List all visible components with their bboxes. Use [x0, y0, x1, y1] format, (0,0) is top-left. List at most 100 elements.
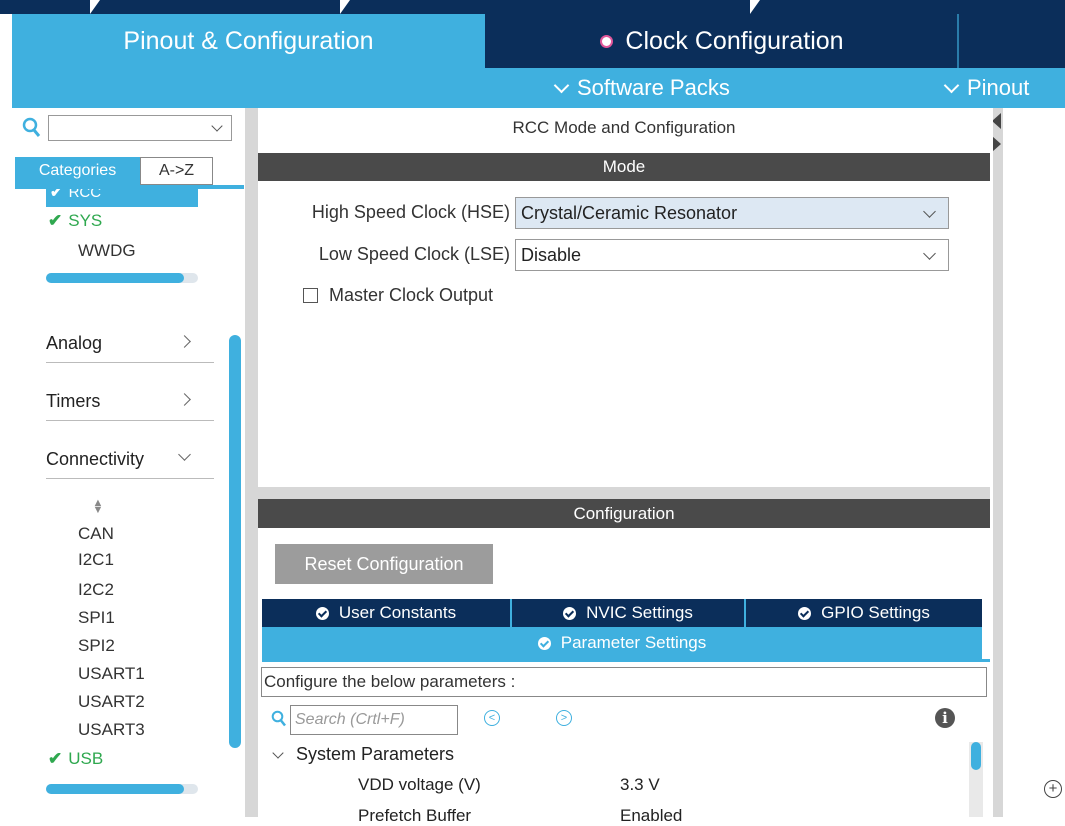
- list-item-label: USART2: [78, 692, 145, 711]
- chevron-down-icon: [178, 448, 191, 461]
- horizontal-scrollbar[interactable]: [46, 784, 198, 794]
- scrollbar-thumb[interactable]: [46, 273, 184, 283]
- tab-label: NVIC Settings: [586, 603, 693, 622]
- chevron-down-icon: [211, 120, 223, 132]
- param-value-vdd[interactable]: 3.3 V: [620, 775, 660, 795]
- tab-underline: [262, 659, 990, 662]
- check-icon: ✔: [48, 749, 63, 768]
- parameter-description-text: Configure the below parameters :: [264, 672, 516, 691]
- chevron-down-icon: [923, 247, 936, 260]
- check-icon: ✔: [50, 189, 63, 201]
- info-icon[interactable]: i: [935, 708, 955, 728]
- check-circle-icon: [563, 606, 577, 620]
- pinout-view-panel: [1003, 108, 1065, 817]
- panel-title: RCC Mode and Configuration: [512, 118, 736, 137]
- scrollbar-thumb[interactable]: [46, 784, 184, 794]
- chevron-right-icon: [178, 393, 191, 406]
- software-packs-menu[interactable]: Software Packs: [552, 68, 730, 108]
- tab-nvic-settings[interactable]: NVIC Settings: [512, 599, 746, 627]
- list-item-spi1[interactable]: SPI1: [78, 608, 115, 628]
- category-search-combobox[interactable]: [48, 115, 232, 141]
- hse-label: High Speed Clock (HSE): [311, 202, 510, 222]
- list-item-usart3[interactable]: USART3: [78, 720, 145, 740]
- tab-parameter-settings[interactable]: Parameter Settings: [262, 627, 982, 659]
- previous-match-icon[interactable]: <: [484, 710, 500, 726]
- check-circle-icon: [315, 606, 329, 620]
- list-item-usart1[interactable]: USART1: [78, 664, 145, 684]
- tab-label: GPIO Settings: [821, 603, 930, 622]
- check-circle-icon: [537, 636, 551, 650]
- category-label: Analog: [46, 332, 103, 353]
- list-item-i2c2[interactable]: I2C2: [78, 580, 114, 600]
- secondary-menu-bar: [12, 68, 1065, 108]
- breadcrumb-arrow-icon: [90, 0, 100, 14]
- param-value-prefetch[interactable]: Enabled: [620, 806, 682, 826]
- collapse-left-icon[interactable]: [992, 113, 1001, 129]
- lse-select[interactable]: Disable: [515, 239, 949, 271]
- category-connectivity[interactable]: Connectivity: [46, 440, 214, 479]
- list-item-label: USART3: [78, 720, 145, 739]
- list-item-spi2[interactable]: SPI2: [78, 636, 115, 656]
- parameter-search-placeholder: Search (Crtl+F): [295, 711, 405, 728]
- list-item-usb[interactable]: ✔ USB: [48, 749, 103, 769]
- lse-select-value: Disable: [521, 244, 582, 265]
- tab-gpio-settings[interactable]: GPIO Settings: [746, 599, 982, 627]
- sort-icon[interactable]: ▲ ▼: [92, 498, 104, 516]
- tab-user-constants[interactable]: User Constants: [262, 599, 512, 627]
- chevron-down-icon: [943, 77, 960, 93]
- category-label: Connectivity: [46, 448, 145, 469]
- section-splitter[interactable]: [258, 487, 990, 499]
- expand-right-icon[interactable]: [992, 136, 1001, 152]
- modified-dot-icon: [600, 34, 614, 48]
- lse-label: Low Speed Clock (LSE): [318, 244, 510, 264]
- pinout-menu-label: Pinout: [967, 75, 1030, 100]
- mode-section-header: Mode: [258, 153, 990, 181]
- list-item-label: CAN: [78, 524, 114, 543]
- master-clock-output-label: Master Clock Output: [329, 285, 494, 305]
- chevron-down-icon: [553, 77, 570, 93]
- window-top-strip: [0, 0, 1065, 14]
- tab-label: User Constants: [338, 603, 457, 622]
- breadcrumb-arrow-icon: [750, 0, 760, 14]
- vertical-scrollbar[interactable]: [229, 335, 241, 748]
- tab-pinout-configuration[interactable]: Pinout & Configuration: [12, 14, 485, 68]
- tab-label: Parameter Settings: [560, 633, 707, 652]
- list-item-label: SPI2: [78, 636, 115, 655]
- tab-a-z[interactable]: A->Z: [140, 157, 213, 185]
- tab-categories[interactable]: Categories: [15, 157, 140, 185]
- horizontal-scrollbar[interactable]: [46, 273, 198, 283]
- list-item-label: WWDG: [78, 241, 136, 260]
- check-icon: ✔: [48, 211, 63, 230]
- list-item-wwdg[interactable]: WWDG: [78, 241, 136, 261]
- system-parameters-group[interactable]: System Parameters: [296, 744, 454, 765]
- breadcrumb-arrow-icon: [340, 0, 350, 14]
- list-item-usart2[interactable]: USART2: [78, 692, 145, 712]
- zoom-in-icon[interactable]: +: [1044, 780, 1062, 798]
- pinout-menu[interactable]: Pinout: [942, 68, 1029, 108]
- mode-header-label: Mode: [602, 157, 646, 176]
- category-label: Timers: [46, 390, 101, 411]
- next-match-icon[interactable]: >: [556, 710, 572, 726]
- reset-configuration-label: Reset Configuration: [304, 553, 464, 574]
- param-name-vdd: VDD voltage (V): [358, 775, 481, 794]
- list-item-sys[interactable]: ✔ SYS: [48, 211, 102, 231]
- parameter-search-input[interactable]: Search (Crtl+F): [290, 705, 458, 735]
- category-analog[interactable]: Analog: [46, 324, 214, 363]
- list-item-i2c1[interactable]: I2C1: [78, 550, 114, 570]
- hse-select[interactable]: Crystal/Ceramic Resonator: [515, 197, 949, 229]
- parameter-scrollbar-thumb[interactable]: [971, 742, 981, 770]
- category-timers[interactable]: Timers: [46, 382, 214, 421]
- list-item-label: SYS: [68, 211, 103, 230]
- configuration-header-label: Configuration: [573, 503, 675, 523]
- search-icon: [22, 117, 41, 137]
- list-item-rcc[interactable]: ✔ RCC: [46, 189, 198, 207]
- list-item-can[interactable]: CAN: [78, 524, 114, 544]
- list-item-label: I2C1: [78, 550, 114, 569]
- master-clock-output-checkbox[interactable]: [303, 288, 318, 303]
- chevron-down-icon: [923, 205, 936, 218]
- tab-clock-configuration-label: Clock Configuration: [625, 26, 844, 55]
- reset-configuration-button[interactable]: Reset Configuration: [275, 544, 493, 584]
- tab-clock-configuration[interactable]: Clock Configuration: [487, 14, 957, 68]
- list-item-label: USART1: [78, 664, 145, 683]
- splitter-left[interactable]: [245, 108, 258, 817]
